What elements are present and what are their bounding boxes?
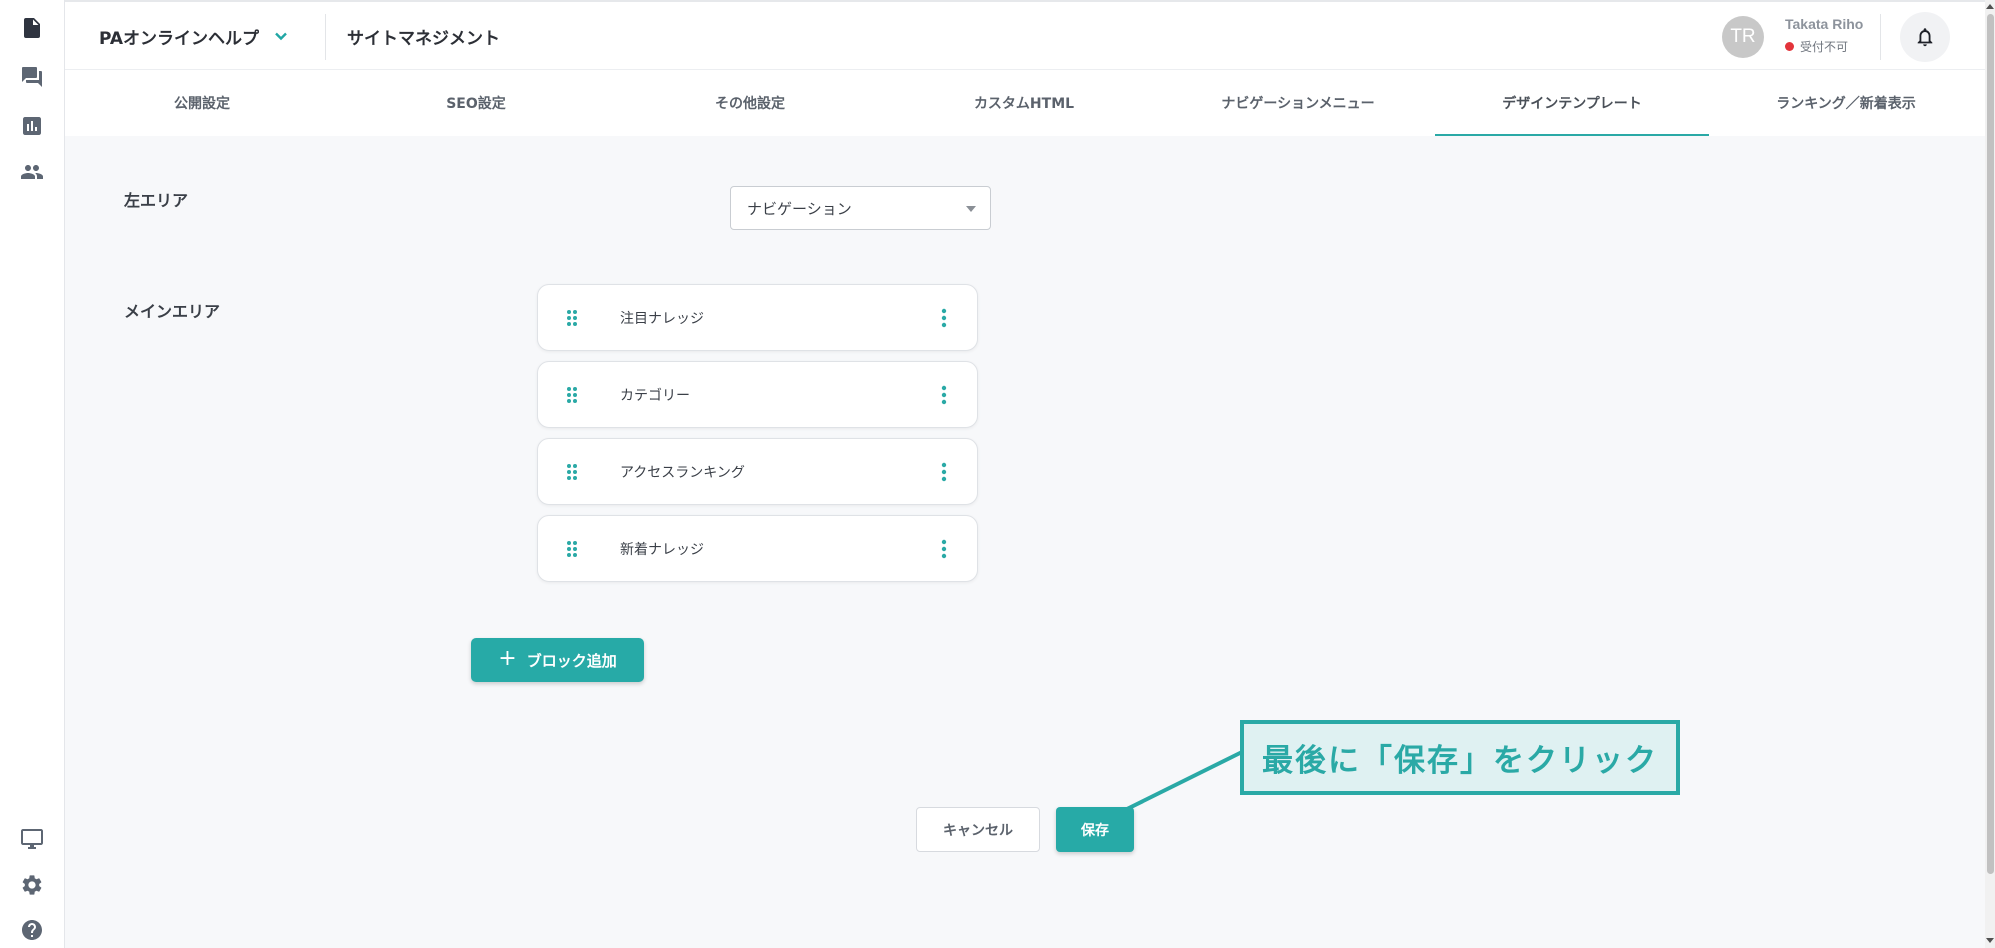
main-area-label: メインエリア: [124, 302, 221, 321]
tab-custom-html[interactable]: カスタムHTML: [887, 70, 1161, 136]
site-selector[interactable]: PAオンラインヘルプ: [99, 22, 289, 50]
more-vert-icon[interactable]: [934, 307, 954, 329]
left-area-label: 左エリア: [124, 191, 189, 210]
block-label: 新着ナレッジ: [620, 542, 704, 558]
tab-other-settings[interactable]: その他設定: [613, 70, 887, 136]
user-status-text: 受付不可: [1800, 40, 1849, 54]
chart-icon[interactable]: [16, 110, 48, 142]
caret-down-icon: [966, 206, 976, 212]
drag-handle-icon[interactable]: [566, 463, 578, 481]
callout-pointer: [1124, 750, 1243, 812]
list-item[interactable]: アクセスランキング: [537, 438, 978, 505]
site-name: PAオンラインヘルプ: [99, 28, 260, 49]
header-divider: [325, 14, 326, 60]
tab-public-settings[interactable]: 公開設定: [65, 70, 339, 136]
drag-handle-icon[interactable]: [566, 386, 578, 404]
chevron-down-icon[interactable]: [273, 28, 289, 44]
callout-annotation: 最後に「保存」をクリック: [1240, 720, 1680, 795]
list-item[interactable]: カテゴリー: [537, 361, 978, 428]
block-label: 注目ナレッジ: [620, 311, 704, 327]
tab-navigation-menu[interactable]: ナビゲーションメニュー: [1161, 70, 1435, 136]
cancel-button[interactable]: キャンセル: [916, 807, 1040, 852]
callout-text: 最後に「保存」をクリック: [1262, 743, 1658, 779]
scrollbar-thumb[interactable]: [1987, 14, 1994, 874]
settings-tabs: 公開設定 SEO設定 その他設定 カスタムHTML ナビゲーションメニュー デザ…: [65, 70, 1985, 136]
chat-icon[interactable]: [16, 61, 48, 93]
save-button[interactable]: 保存: [1056, 807, 1134, 852]
more-vert-icon[interactable]: [934, 384, 954, 406]
tab-seo-settings[interactable]: SEO設定: [339, 70, 613, 136]
people-icon[interactable]: [16, 156, 48, 188]
left-rail: [0, 0, 65, 948]
drag-handle-icon[interactable]: [566, 540, 578, 558]
document-icon[interactable]: [16, 12, 48, 44]
top-header: PAオンラインヘルプ サイトマネジメント TR Takata Riho 受付不可: [65, 0, 1985, 70]
scroll-down-icon[interactable]: [1986, 938, 1994, 943]
block-label: カテゴリー: [620, 388, 690, 404]
scroll-up-icon[interactable]: [1986, 4, 1994, 9]
block-label: アクセスランキング: [620, 465, 745, 481]
help-icon[interactable]: [16, 914, 48, 946]
list-item[interactable]: 注目ナレッジ: [537, 284, 978, 351]
notification-button[interactable]: [1900, 12, 1950, 62]
left-area-select[interactable]: ナビゲーション: [730, 186, 991, 230]
plus-icon: +: [498, 646, 517, 671]
list-item[interactable]: 新着ナレッジ: [537, 515, 978, 582]
more-vert-icon[interactable]: [934, 538, 954, 560]
gear-icon[interactable]: [16, 869, 48, 901]
user-name: Takata Riho: [1785, 16, 1864, 32]
tab-design-template[interactable]: デザインテンプレート: [1435, 70, 1709, 136]
bell-icon: [1917, 28, 1933, 47]
add-block-label: ブロック追加: [526, 651, 617, 670]
tab-ranking-new[interactable]: ランキング／新着表示: [1709, 70, 1983, 136]
more-vert-icon[interactable]: [934, 461, 954, 483]
add-block-button[interactable]: + ブロック追加: [471, 638, 644, 682]
avatar[interactable]: TR: [1722, 16, 1764, 58]
status-dot-icon: [1785, 42, 1794, 51]
header-divider: [1880, 14, 1881, 60]
drag-handle-icon[interactable]: [566, 309, 578, 327]
monitor-icon[interactable]: [16, 823, 48, 855]
user-status: 受付不可: [1785, 38, 1848, 55]
page-title: サイトマネジメント: [347, 29, 500, 49]
left-area-selected-value: ナビゲーション: [747, 199, 852, 218]
